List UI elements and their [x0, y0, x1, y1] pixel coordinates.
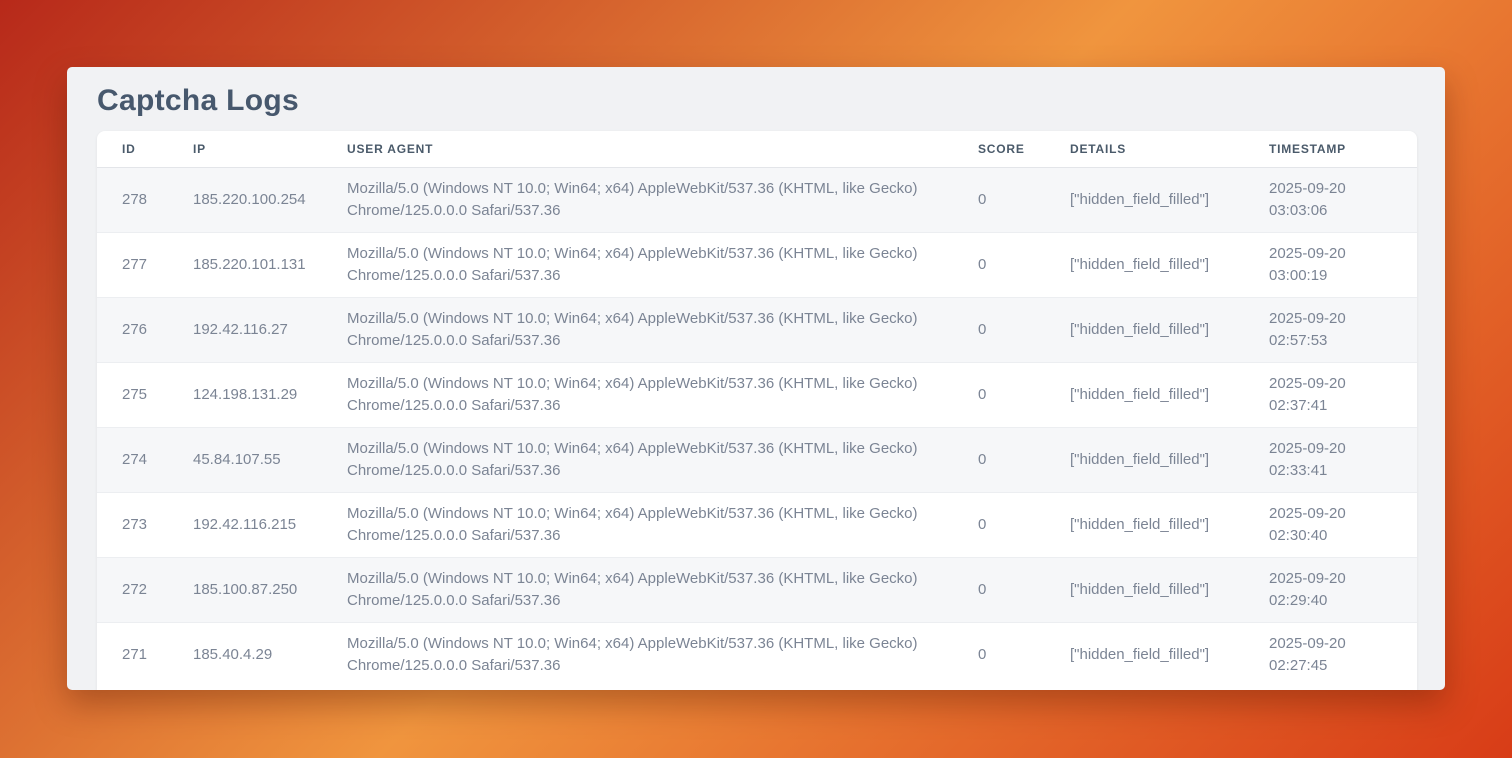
- table-body: 278 185.220.100.254 Mozilla/5.0 (Windows…: [97, 168, 1417, 687]
- cell-ip: 185.220.100.254: [168, 168, 322, 233]
- cell-details: ["hidden_field_filled"]: [1045, 233, 1244, 298]
- cell-ip: 192.42.116.27: [168, 298, 322, 363]
- cell-user-agent: Mozilla/5.0 (Windows NT 10.0; Win64; x64…: [322, 623, 953, 687]
- captcha-logs-table-panel[interactable]: ID IP USER AGENT SCORE DETAILS TIMESTAMP…: [97, 131, 1417, 690]
- cell-ip: 124.198.131.29: [168, 363, 322, 428]
- cell-user-agent: Mozilla/5.0 (Windows NT 10.0; Win64; x64…: [322, 233, 953, 298]
- cell-timestamp: 2025-09-20 02:37:41: [1244, 363, 1417, 428]
- table-row: 276 192.42.116.27 Mozilla/5.0 (Windows N…: [97, 298, 1417, 363]
- table-header-row: ID IP USER AGENT SCORE DETAILS TIMESTAMP: [97, 131, 1417, 168]
- cell-timestamp: 2025-09-20 02:29:40: [1244, 558, 1417, 623]
- cell-details: ["hidden_field_filled"]: [1045, 623, 1244, 687]
- cell-score: 0: [953, 493, 1045, 558]
- cell-user-agent: Mozilla/5.0 (Windows NT 10.0; Win64; x64…: [322, 363, 953, 428]
- column-header-id: ID: [97, 131, 168, 168]
- cell-id: 275: [97, 363, 168, 428]
- cell-details: ["hidden_field_filled"]: [1045, 493, 1244, 558]
- cell-id: 276: [97, 298, 168, 363]
- column-header-ip: IP: [168, 131, 322, 168]
- cell-user-agent: Mozilla/5.0 (Windows NT 10.0; Win64; x64…: [322, 558, 953, 623]
- cell-ip: 185.220.101.131: [168, 233, 322, 298]
- table-row: 275 124.198.131.29 Mozilla/5.0 (Windows …: [97, 363, 1417, 428]
- cell-id: 278: [97, 168, 168, 233]
- cell-ip: 185.100.87.250: [168, 558, 322, 623]
- cell-id: 274: [97, 428, 168, 493]
- cell-ip: 192.42.116.215: [168, 493, 322, 558]
- cell-details: ["hidden_field_filled"]: [1045, 558, 1244, 623]
- cell-details: ["hidden_field_filled"]: [1045, 298, 1244, 363]
- cell-timestamp: 2025-09-20 02:27:45: [1244, 623, 1417, 687]
- cell-user-agent: Mozilla/5.0 (Windows NT 10.0; Win64; x64…: [322, 168, 953, 233]
- table-row: 273 192.42.116.215 Mozilla/5.0 (Windows …: [97, 493, 1417, 558]
- page-title: Captcha Logs: [97, 83, 1417, 119]
- table-row: 271 185.40.4.29 Mozilla/5.0 (Windows NT …: [97, 623, 1417, 687]
- cell-details: ["hidden_field_filled"]: [1045, 428, 1244, 493]
- cell-score: 0: [953, 233, 1045, 298]
- cell-id: 272: [97, 558, 168, 623]
- cell-user-agent: Mozilla/5.0 (Windows NT 10.0; Win64; x64…: [322, 428, 953, 493]
- column-header-score: SCORE: [953, 131, 1045, 168]
- column-header-user-agent: USER AGENT: [322, 131, 953, 168]
- column-header-details: DETAILS: [1045, 131, 1244, 168]
- table-row: 274 45.84.107.55 Mozilla/5.0 (Windows NT…: [97, 428, 1417, 493]
- captcha-logs-table: ID IP USER AGENT SCORE DETAILS TIMESTAMP…: [97, 131, 1417, 687]
- table-row: 272 185.100.87.250 Mozilla/5.0 (Windows …: [97, 558, 1417, 623]
- cell-user-agent: Mozilla/5.0 (Windows NT 10.0; Win64; x64…: [322, 298, 953, 363]
- cell-score: 0: [953, 623, 1045, 687]
- page-background: { "page": { "title": "Captcha Logs" }, "…: [0, 0, 1512, 758]
- cell-timestamp: 2025-09-20 02:33:41: [1244, 428, 1417, 493]
- cell-score: 0: [953, 363, 1045, 428]
- cell-ip: 185.40.4.29: [168, 623, 322, 687]
- cell-score: 0: [953, 298, 1045, 363]
- cell-user-agent: Mozilla/5.0 (Windows NT 10.0; Win64; x64…: [322, 493, 953, 558]
- column-header-timestamp: TIMESTAMP: [1244, 131, 1417, 168]
- captcha-logs-card: Captcha Logs ID IP USER AGENT SCORE DETA…: [67, 67, 1445, 690]
- table-row: 277 185.220.101.131 Mozilla/5.0 (Windows…: [97, 233, 1417, 298]
- cell-timestamp: 2025-09-20 03:00:19: [1244, 233, 1417, 298]
- cell-timestamp: 2025-09-20 02:57:53: [1244, 298, 1417, 363]
- cell-timestamp: 2025-09-20 03:03:06: [1244, 168, 1417, 233]
- cell-details: ["hidden_field_filled"]: [1045, 168, 1244, 233]
- table-row: 278 185.220.100.254 Mozilla/5.0 (Windows…: [97, 168, 1417, 233]
- cell-score: 0: [953, 428, 1045, 493]
- cell-timestamp: 2025-09-20 02:30:40: [1244, 493, 1417, 558]
- cell-id: 271: [97, 623, 168, 687]
- cell-details: ["hidden_field_filled"]: [1045, 363, 1244, 428]
- cell-score: 0: [953, 558, 1045, 623]
- cell-id: 277: [97, 233, 168, 298]
- cell-ip: 45.84.107.55: [168, 428, 322, 493]
- cell-score: 0: [953, 168, 1045, 233]
- cell-id: 273: [97, 493, 168, 558]
